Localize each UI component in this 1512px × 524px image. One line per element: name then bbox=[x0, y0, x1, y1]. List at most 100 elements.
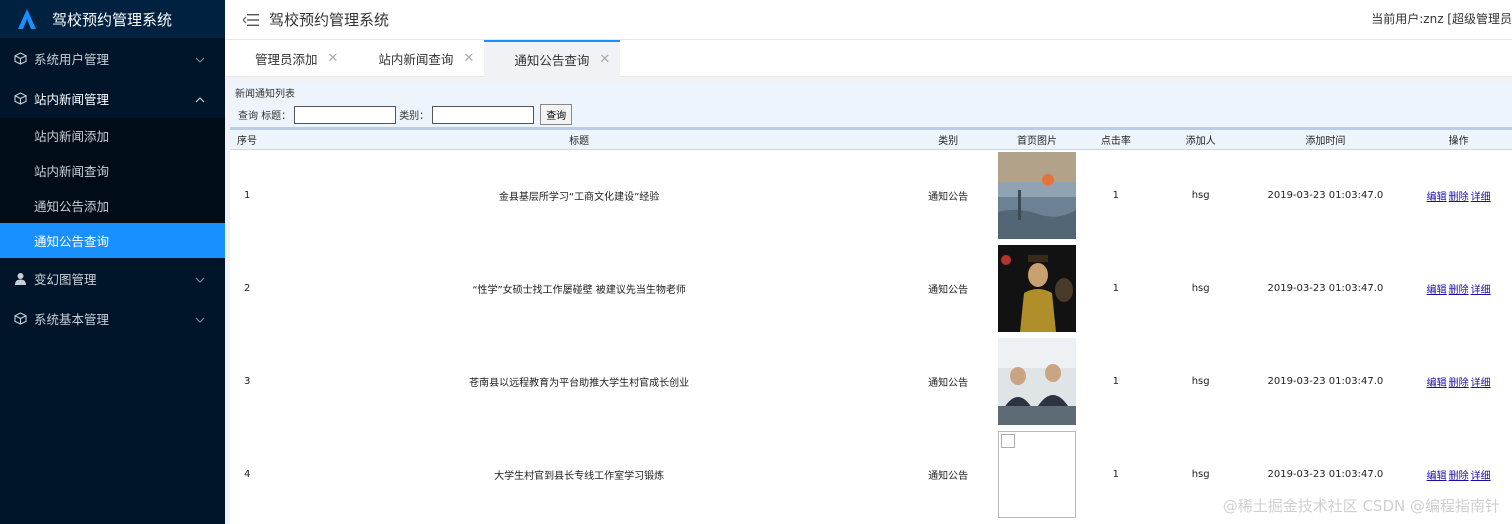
table-header: 序号 标题 类别 首页图片 点击率 添加人 添加时间 操作 bbox=[230, 130, 1512, 150]
watermark: @稀土掘金技术社区 CSDN @编程指南针 bbox=[1222, 497, 1500, 515]
cell-time: 2019-03-23 01:03:47.0 bbox=[1267, 283, 1384, 294]
tab-1[interactable]: 站内新闻查询 ✕ bbox=[348, 40, 484, 77]
sidebar-subitem[interactable]: 站内新闻查询 bbox=[0, 153, 225, 188]
query-prefix: 查询 bbox=[238, 111, 258, 122]
tab-0[interactable]: 管理员添加 ✕ bbox=[225, 40, 348, 77]
main-content: 新闻通知列表 查询 标题： 类别： 查询 序号 标题 类别 首页图片 点击率 添加人 添加时… bbox=[230, 82, 1512, 524]
column-header: 操作 bbox=[1405, 130, 1512, 150]
tab-bar: 管理员添加 ✕ 站内新闻查询 ✕ 通知公告查询 ✕ bbox=[225, 40, 1512, 77]
cell-image bbox=[997, 428, 1076, 521]
cell-image bbox=[997, 335, 1076, 428]
cube-icon bbox=[14, 311, 27, 325]
menu-fold-icon[interactable] bbox=[243, 13, 259, 27]
sidebar-menu-1[interactable]: 站内新闻管理 bbox=[0, 78, 225, 118]
sidebar-menu-0[interactable]: 系统用户管理 bbox=[0, 38, 225, 78]
category-filter-label: 类别： bbox=[399, 111, 430, 122]
edit-link[interactable]: 编辑 bbox=[1427, 285, 1447, 296]
edit-link[interactable]: 编辑 bbox=[1427, 378, 1447, 389]
chevron-down-icon bbox=[195, 273, 205, 283]
delete-link[interactable]: 删除 bbox=[1449, 285, 1469, 296]
sidebar-subitem[interactable]: 通知公告添加 bbox=[0, 188, 225, 223]
sidebar-menu-2[interactable]: 变幻图管理 bbox=[0, 258, 225, 298]
row-thumbnail bbox=[997, 338, 1076, 425]
sidebar-menu-3[interactable]: 系统基本管理 bbox=[0, 298, 225, 338]
logo-icon bbox=[18, 9, 36, 29]
query-button[interactable]: 查询 bbox=[540, 104, 573, 125]
close-icon[interactable]: ✕ bbox=[599, 52, 610, 67]
cube-icon bbox=[14, 91, 27, 105]
logo: 驾校预约管理系统 bbox=[0, 0, 225, 38]
cell-title: 大学生村官到县长专线工作室学习锻炼 bbox=[494, 471, 665, 482]
row-thumbnail bbox=[997, 431, 1076, 518]
delete-link[interactable]: 删除 bbox=[1449, 378, 1469, 389]
delete-link[interactable]: 删除 bbox=[1449, 471, 1469, 482]
tab-label: 管理员添加 bbox=[255, 52, 318, 67]
chevron-up-icon bbox=[195, 93, 205, 103]
row-thumbnail bbox=[997, 245, 1076, 332]
sidebar-subitem[interactable]: 站内新闻添加 bbox=[0, 118, 225, 153]
cell-no: 3 bbox=[244, 376, 251, 387]
column-header: 首页图片 bbox=[997, 130, 1076, 150]
close-icon[interactable]: ✕ bbox=[328, 51, 339, 66]
delete-link[interactable]: 删除 bbox=[1449, 192, 1469, 203]
column-header: 序号 bbox=[230, 130, 260, 150]
top-header: 驾校预约管理系统 当前用户:znz [超级管理员 bbox=[225, 0, 1512, 40]
cell-category: 通知公告 bbox=[928, 285, 969, 296]
edit-link[interactable]: 编辑 bbox=[1427, 192, 1447, 203]
category-filter-input[interactable] bbox=[432, 105, 535, 124]
detail-link[interactable]: 详细 bbox=[1471, 378, 1491, 389]
cube-icon bbox=[14, 51, 27, 65]
cell-clicks: 1 bbox=[1112, 469, 1120, 480]
cell-title: 金县基层所学习“工商文化建设”经验 bbox=[498, 192, 660, 204]
cell-category: 通知公告 bbox=[928, 471, 969, 482]
app-title: 驾校预约管理系统 bbox=[52, 10, 173, 29]
cell-category: 通知公告 bbox=[928, 378, 969, 389]
cell-time: 2019-03-23 01:03:47.0 bbox=[1267, 190, 1384, 202]
column-header: 添加人 bbox=[1155, 130, 1246, 150]
close-icon[interactable]: ✕ bbox=[463, 51, 474, 66]
cell-title: “性学”女硕士找工作屡碰壁 被建议先当生物老师 bbox=[472, 285, 686, 296]
tab-2[interactable]: 通知公告查询 ✕ bbox=[484, 40, 621, 77]
user-icon bbox=[14, 272, 27, 285]
chevron-down-icon bbox=[195, 53, 205, 63]
sidebar-subitem[interactable]: 通知公告查询 bbox=[0, 223, 225, 258]
cell-title: 苍南县以远程教育为平台助推大学生村官成长创业 bbox=[469, 378, 690, 389]
tab-label: 站内新闻查询 bbox=[378, 52, 454, 67]
column-header: 点击率 bbox=[1075, 130, 1156, 150]
cell-clicks: 1 bbox=[1112, 283, 1120, 294]
column-header: 添加时间 bbox=[1245, 130, 1406, 150]
column-header: 类别 bbox=[898, 130, 998, 150]
sidebar-menu: 系统用户管理 站内新闻管理站内新闻添加 站内新闻查询 通知公告添加 通知公告查询变幻图管… bbox=[0, 38, 225, 338]
sidebar: 驾校预约管理系统 系统用户管理 站内新闻管理站内新闻添加 站内新闻查询 通知公告添加通… bbox=[0, 0, 225, 524]
edit-link[interactable]: 编辑 bbox=[1427, 471, 1447, 482]
detail-link[interactable]: 详细 bbox=[1471, 471, 1491, 482]
cell-no: 4 bbox=[244, 469, 251, 480]
table-row: 1 金县基层所学习“工商文化建设”经验 通知公告 1 hsg 2019-03-23 01:… bbox=[230, 149, 1512, 242]
detail-link[interactable]: 详细 bbox=[1471, 192, 1491, 203]
cell-author: hsg bbox=[1191, 376, 1210, 387]
chevron-down-icon bbox=[195, 313, 205, 323]
table-row: 2 “性学”女硕士找工作屡碰壁 被建议先当生物老师 通知公告 1 hsg 2019-03-… bbox=[230, 242, 1512, 335]
query-bar: 查询 标题： 类别： 查询 bbox=[230, 102, 1512, 130]
cell-ops: 编辑 删除 详细 bbox=[1405, 242, 1512, 335]
cell-no: 2 bbox=[244, 283, 251, 294]
news-table: 序号 标题 类别 首页图片 点击率 添加人 添加时间 操作 1 金县基层所学习“工商文化建设”经… bbox=[230, 130, 1512, 521]
detail-link[interactable]: 详细 bbox=[1471, 285, 1491, 296]
cell-no: 1 bbox=[244, 190, 251, 202]
header-title: 驾校预约管理系统 bbox=[269, 11, 390, 29]
cell-author: hsg bbox=[1191, 283, 1210, 294]
table-row: 3 苍南县以远程教育为平台助推大学生村官成长创业 通知公告 1 hsg 2019-03-2… bbox=[230, 335, 1512, 428]
row-thumbnail bbox=[997, 152, 1076, 240]
title-filter-input[interactable] bbox=[294, 105, 397, 124]
table-body: 1 金县基层所学习“工商文化建设”经验通知公告 1 hsg 2019-03-23 01:… bbox=[230, 149, 1512, 521]
cell-ops: 编辑 删除 详细 bbox=[1405, 335, 1512, 428]
sidebar-menu-label: 系统用户管理 bbox=[34, 51, 110, 67]
cell-clicks: 1 bbox=[1112, 376, 1120, 387]
sidebar-menu-label: 系统基本管理 bbox=[34, 311, 110, 327]
sidebar-menu-label: 站内新闻管理 bbox=[34, 91, 110, 107]
column-header: 标题 bbox=[259, 130, 899, 150]
cell-image bbox=[997, 149, 1076, 242]
cell-time: 2019-03-23 01:03:47.0 bbox=[1267, 376, 1384, 387]
cell-image bbox=[997, 242, 1076, 335]
sidebar-menu-label: 变幻图管理 bbox=[34, 271, 97, 287]
